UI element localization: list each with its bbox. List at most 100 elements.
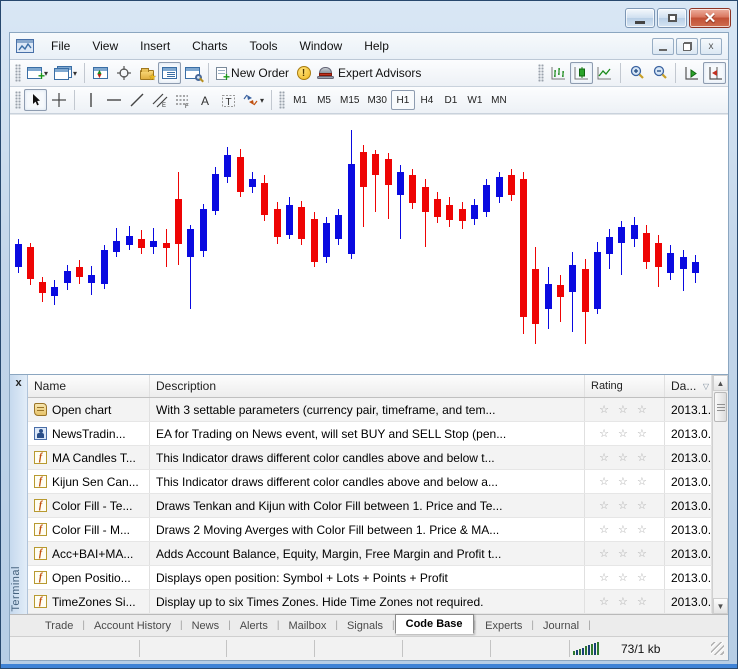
- toolbar-grip[interactable]: [15, 64, 21, 82]
- candle-body: [311, 219, 318, 262]
- name-text: NewsTradin...: [52, 426, 126, 441]
- tab-code-base[interactable]: Code Base: [394, 614, 474, 634]
- candle-body: [483, 185, 490, 212]
- menu-charts[interactable]: Charts: [181, 35, 238, 57]
- cell-description: EA for Trading on News event, will set B…: [150, 422, 585, 445]
- candlestick-chart[interactable]: [10, 114, 728, 374]
- vertical-scrollbar[interactable]: ▲ ▼: [712, 375, 728, 614]
- toolbar-grip[interactable]: [279, 91, 286, 109]
- menu-insert[interactable]: Insert: [129, 35, 181, 57]
- table-row[interactable]: f Acc+BAI+MA... Adds Account Balance, Equi…: [28, 542, 712, 566]
- candle-body: [397, 172, 404, 195]
- menu-help[interactable]: Help: [353, 35, 400, 57]
- trendline-icon: [130, 93, 143, 107]
- tab-news[interactable]: News: [183, 617, 229, 635]
- table-row[interactable]: f MA Candles T... This Indicator draws dif…: [28, 446, 712, 470]
- equidistant-channel-button[interactable]: E: [148, 89, 171, 111]
- text-label-button[interactable]: T: [217, 89, 240, 111]
- scroll-thumb[interactable]: [714, 392, 727, 422]
- column-header-name[interactable]: Name: [28, 375, 150, 397]
- arrows-button[interactable]: ▾: [240, 89, 267, 111]
- candle-body: [101, 250, 108, 284]
- mdi-minimize-button[interactable]: [652, 37, 674, 55]
- timeframe-mn-button[interactable]: MN: [487, 90, 511, 110]
- timeframe-m15-button[interactable]: M15: [336, 90, 363, 110]
- chart-shift-button[interactable]: [703, 62, 726, 84]
- menu-window[interactable]: Window: [289, 35, 354, 57]
- expert-advisors-button[interactable]: Expert Advisors: [315, 62, 424, 84]
- timeframe-m1-button[interactable]: M1: [288, 90, 312, 110]
- market-watch-button[interactable]: ▲ ▼: [89, 62, 112, 84]
- crosshair-button[interactable]: [47, 89, 70, 111]
- profiles-button[interactable]: ▾: [51, 62, 80, 84]
- auto-scroll-button[interactable]: [680, 62, 703, 84]
- terminal-button[interactable]: [158, 62, 182, 84]
- maximize-button[interactable]: [657, 8, 687, 28]
- table-row[interactable]: f Kijun Sen Can... This Indicator draws di…: [28, 470, 712, 494]
- table-row[interactable]: f Color Fill - M... Draws 2 Moving Averges…: [28, 518, 712, 542]
- timeframe-h4-button[interactable]: H4: [415, 90, 439, 110]
- scroll-up-button[interactable]: ▲: [713, 375, 728, 391]
- tab-account-history[interactable]: Account History: [85, 617, 180, 635]
- name-text: MA Candles T...: [52, 450, 136, 465]
- scroll-down-button[interactable]: ▼: [713, 598, 728, 614]
- tab-journal[interactable]: Journal: [534, 617, 588, 635]
- candlestick-chart-button[interactable]: [570, 62, 593, 84]
- column-header-description[interactable]: Description: [150, 375, 585, 397]
- candle-body: [557, 285, 564, 297]
- column-header-rating[interactable]: Rating: [585, 375, 665, 397]
- tab-mailbox[interactable]: Mailbox: [279, 617, 335, 635]
- table-row[interactable]: f Color Fill - Te... Draws Tenkan and Kiju…: [28, 494, 712, 518]
- tab-alerts[interactable]: Alerts: [231, 617, 277, 635]
- table-row[interactable]: NewsTradin... EA for Trading on News even…: [28, 422, 712, 446]
- timeframe-w1-button[interactable]: W1: [463, 90, 487, 110]
- navigator-button[interactable]: ★: [135, 62, 158, 84]
- metaquotes-alert-button[interactable]: !: [292, 62, 315, 84]
- menu-tools[interactable]: Tools: [239, 35, 289, 57]
- candle-body: [51, 287, 58, 296]
- minimize-button[interactable]: [625, 8, 655, 28]
- cell-date: 2013.0...: [665, 590, 712, 613]
- timeframe-m30-button[interactable]: M30: [363, 90, 390, 110]
- strategy-tester-button[interactable]: [181, 62, 204, 84]
- candle-body: [175, 199, 182, 244]
- cell-description: This Indicator draws different color can…: [150, 446, 585, 469]
- text-button[interactable]: A: [194, 89, 217, 111]
- timeframe-h1-button[interactable]: H1: [390, 90, 415, 110]
- cursor-button[interactable]: [24, 89, 47, 111]
- vertical-line-button[interactable]: [79, 89, 102, 111]
- zoom-out-button[interactable]: [648, 62, 671, 84]
- mdi-close-button[interactable]: x: [700, 37, 722, 55]
- tab-signals[interactable]: Signals: [338, 617, 392, 635]
- zoom-in-button[interactable]: [625, 62, 648, 84]
- bar-chart-button[interactable]: [547, 62, 570, 84]
- table-row[interactable]: Open chart With 3 settable parameters (cu…: [28, 398, 712, 422]
- resize-grip[interactable]: [711, 642, 724, 655]
- menu-file[interactable]: File: [40, 35, 81, 57]
- table-row[interactable]: f TimeZones Si... Display up to six Times …: [28, 590, 712, 614]
- sort-descending-icon[interactable]: ▽: [703, 382, 709, 391]
- column-header-da[interactable]: Da... ▽: [665, 375, 712, 397]
- mdi-restore-button[interactable]: [676, 37, 698, 55]
- trendline-button[interactable]: [125, 89, 148, 111]
- scroll-track[interactable]: [713, 423, 728, 598]
- new-chart-button[interactable]: + ▾: [24, 62, 51, 84]
- menu-view[interactable]: View: [81, 35, 129, 57]
- menu-bar: File View Insert Charts Tools Window Help x: [10, 33, 728, 60]
- terminal-close-button[interactable]: x: [15, 376, 21, 390]
- cell-rating: ☆ ☆ ☆: [585, 542, 665, 565]
- line-chart-button[interactable]: [593, 62, 616, 84]
- tab-experts[interactable]: Experts: [476, 617, 531, 635]
- close-button[interactable]: ✕: [689, 8, 731, 28]
- timeframe-d1-button[interactable]: D1: [439, 90, 463, 110]
- toolbar-grip[interactable]: [538, 64, 544, 82]
- toolbar-grip[interactable]: [15, 91, 21, 109]
- fibonacci-button[interactable]: F: [171, 89, 194, 111]
- horizontal-line-button[interactable]: [102, 89, 125, 111]
- data-window-button[interactable]: [112, 62, 135, 84]
- table-row[interactable]: f Open Positio... Displays open position: …: [28, 566, 712, 590]
- new-order-button[interactable]: + New Order: [213, 62, 292, 84]
- mdi-restore-icon: [682, 41, 692, 51]
- timeframe-m5-button[interactable]: M5: [312, 90, 336, 110]
- tab-trade[interactable]: Trade: [36, 617, 82, 635]
